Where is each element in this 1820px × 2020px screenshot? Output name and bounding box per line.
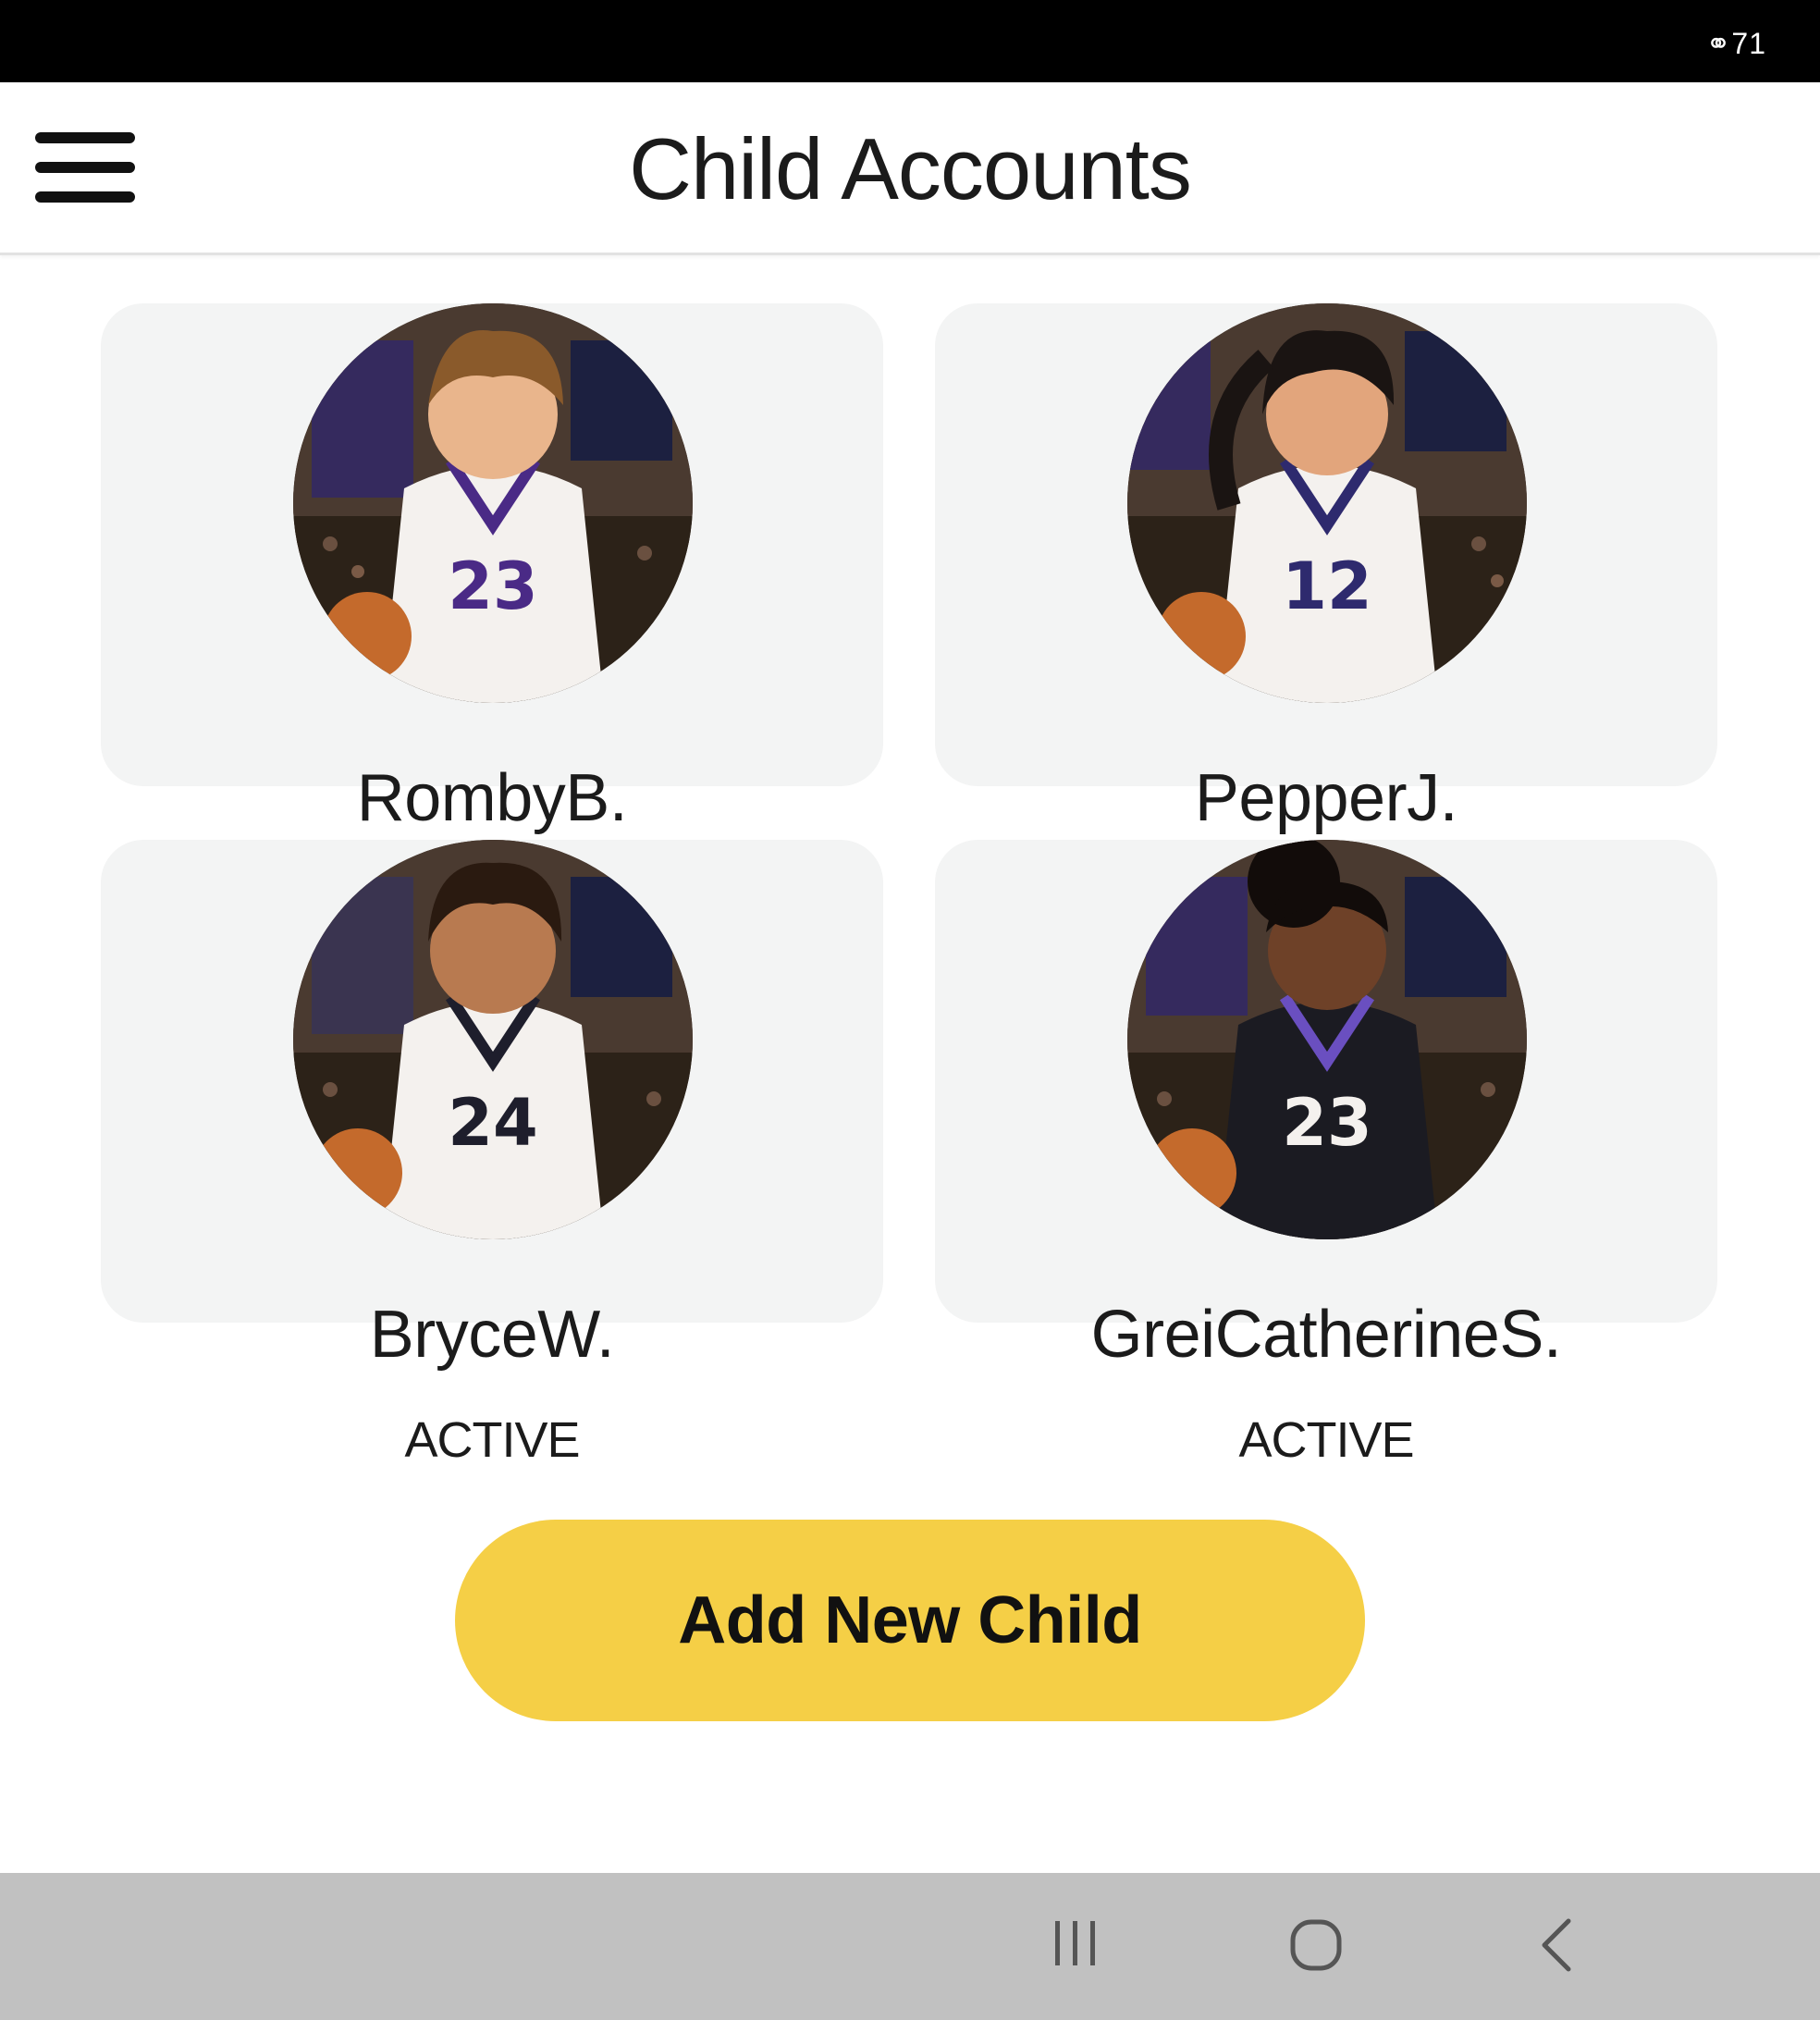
page-title: Child Accounts (629, 120, 1192, 217)
app-header: Child Accounts (0, 82, 1820, 255)
child-avatar[interactable]: 24 (293, 840, 693, 1239)
system-nav-bar (0, 1873, 1820, 2020)
child-status: ACTIVE (404, 1412, 580, 1468)
child-avatar[interactable]: 23 (1127, 840, 1527, 1239)
battery-level: 71 (1731, 27, 1766, 60)
home-icon[interactable] (1288, 1917, 1344, 1977)
jersey-number: 12 (1282, 548, 1371, 624)
child-name: BryceW. (369, 1298, 615, 1372)
back-icon[interactable] (1533, 1917, 1580, 1977)
jersey-number: 23 (1282, 1085, 1371, 1161)
child-name: RombyB. (356, 761, 628, 835)
signal-icon: ⚭ (1705, 27, 1732, 60)
add-new-child-button[interactable]: Add New Child (455, 1520, 1365, 1721)
child-name: PepperJ. (1194, 761, 1458, 835)
child-name: GreiCatherineS. (1090, 1298, 1562, 1372)
child-avatar[interactable]: 23 (293, 303, 693, 703)
child-avatar[interactable]: 12 (1127, 303, 1527, 703)
avatar-image: 23 (1127, 840, 1527, 1239)
recents-icon[interactable] (1050, 1917, 1101, 1974)
battery-indicator: ⚭71 (1706, 26, 1766, 61)
jersey-number: 24 (448, 1085, 537, 1161)
status-bar: ⚭71 (0, 0, 1820, 82)
jersey-number: 23 (448, 548, 537, 624)
child-status: ACTIVE (1238, 1412, 1414, 1468)
avatar-image: 23 (293, 303, 693, 703)
avatar-image: 12 (1127, 303, 1527, 703)
avatar-image: 24 (293, 840, 693, 1239)
